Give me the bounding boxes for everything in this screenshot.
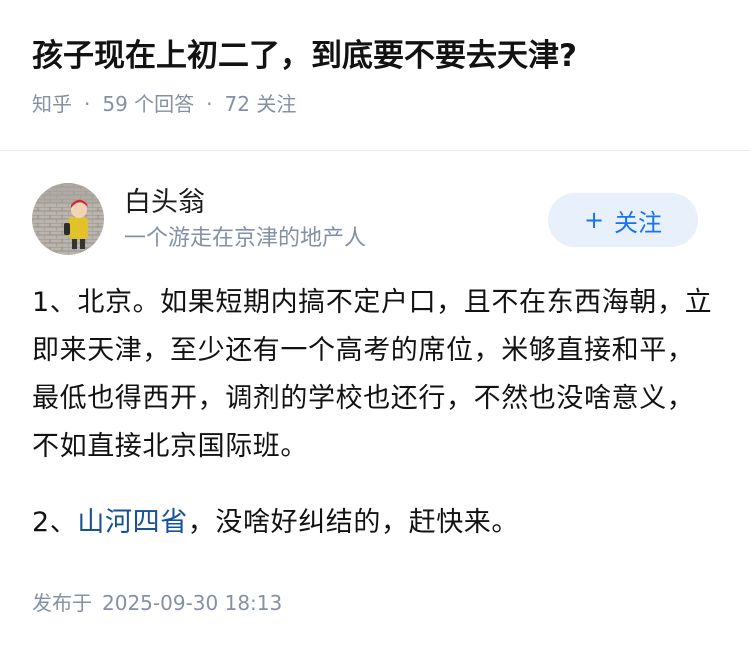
answer-paragraph: 1、北京。如果短期内搞不定户口，且不在东西海朝，立即来天津，至少还有一个高考的席…	[32, 287, 713, 462]
paragraph-text: ，没啥好纠结的，赶快来。	[187, 507, 519, 538]
answer-content: 1、北京。如果短期内搞不定户口，且不在东西海朝，立即来天津，至少还有一个高考的席…	[0, 279, 750, 547]
header-divider	[0, 150, 750, 151]
source-label[interactable]: 知乎	[32, 90, 72, 118]
avatar-image	[32, 183, 104, 255]
separator-dot: ·	[206, 92, 213, 116]
author-card: 白头翁 一个游走在京津的地产人 + 关注	[0, 183, 750, 275]
publish-label: 发布于	[32, 591, 92, 615]
follower-count: 72 关注	[224, 92, 297, 116]
publish-time: 2025-09-30 18:13	[102, 591, 283, 615]
paragraph-prefix: 2、	[32, 507, 78, 538]
follow-button[interactable]: + 关注	[548, 193, 698, 247]
answer-count[interactable]: 59 个回答	[102, 90, 194, 118]
author-name[interactable]: 白头翁	[124, 185, 366, 221]
author-info: 白头翁 一个游走在京津的地产人	[124, 185, 366, 255]
separator-dot: ·	[84, 92, 91, 116]
question-meta: 知乎 · 59 个回答 · 72 关注	[32, 90, 718, 118]
answer-paragraph: 2、山河四省，没啥好纠结的，赶快来。	[32, 499, 718, 547]
avatar[interactable]	[32, 183, 104, 255]
question-title[interactable]: 孩子现在上初二了，到底要不要去天津?	[32, 34, 718, 78]
publish-info: 发布于 2025-09-30 18:13	[0, 589, 750, 617]
topic-link[interactable]: 山河四省	[77, 507, 187, 538]
author-bio: 一个游走在京津的地产人	[124, 226, 367, 251]
follow-label: 关注	[614, 208, 663, 237]
plus-icon: +	[583, 206, 605, 234]
question-header: 孩子现在上初二了，到底要不要去天津? 知乎 · 59 个回答 · 72 关注	[0, 0, 750, 116]
